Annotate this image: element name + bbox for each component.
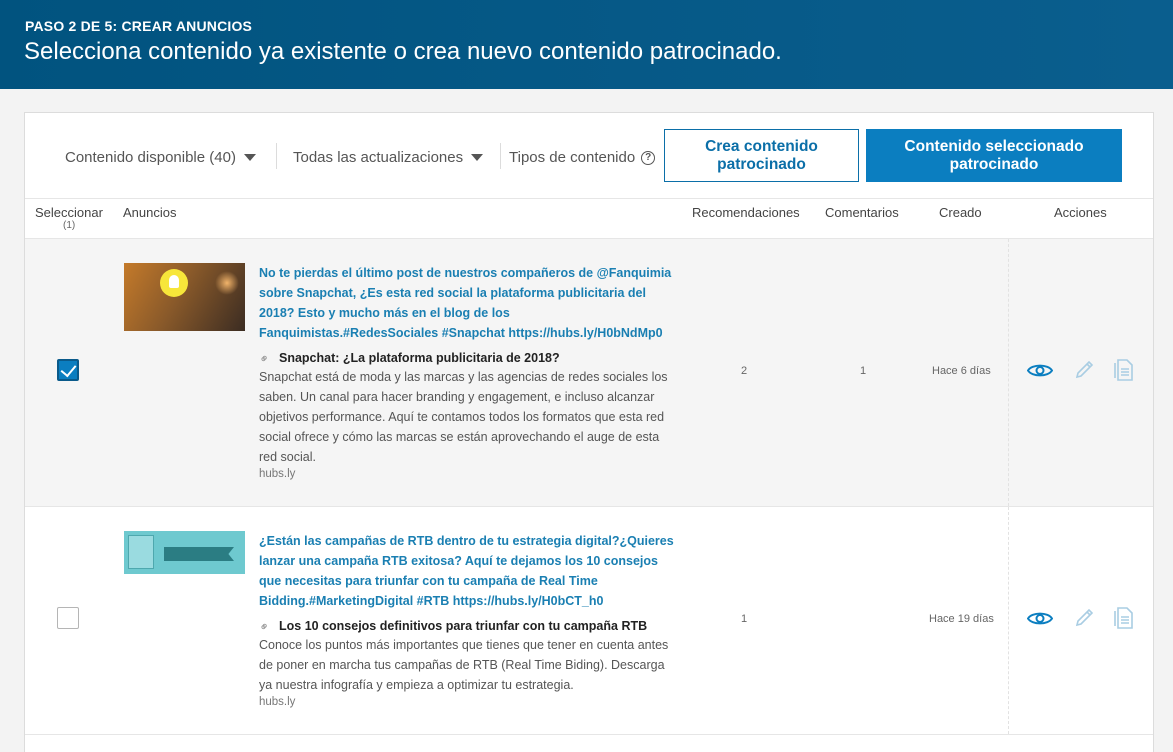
content-types-label: Tipos de contenido bbox=[509, 149, 636, 166]
link-icon: ⚭ bbox=[255, 618, 273, 636]
divider bbox=[276, 143, 277, 169]
link-icon: ⚭ bbox=[255, 350, 273, 368]
step-indicator: PASO 2 DE 5: CREAR ANUNCIOS bbox=[25, 18, 253, 34]
ad-post-text[interactable]: ¿Están las campañas de RTB dentro de tu … bbox=[259, 531, 679, 611]
ad-content: ¿Están las campañas de RTB dentro de tu … bbox=[255, 531, 679, 708]
ad-link-title: ⚭ Snapchat: ¿La plataforma publicitaria … bbox=[255, 350, 679, 368]
table-row: No te pierdas el último post de nuestros… bbox=[25, 239, 1153, 507]
selected-count: (1) bbox=[63, 220, 76, 231]
link-title-text: Snapchat: ¿La plataforma publicitaria de… bbox=[279, 351, 560, 365]
ad-link-domain: hubs.ly bbox=[259, 468, 296, 480]
document-copy-icon[interactable] bbox=[1112, 606, 1134, 630]
ad-link-title: ⚭ Los 10 consejos definitivos para triun… bbox=[255, 618, 679, 636]
table-header: Seleccionar (1) Anuncios Recomendaciones… bbox=[25, 199, 1153, 239]
ad-thumbnail-rtb bbox=[124, 531, 245, 574]
link-title-text: Los 10 consejos definitivos para triunfa… bbox=[279, 619, 648, 633]
actions-divider bbox=[1008, 507, 1009, 734]
snapchat-ghost-icon bbox=[160, 269, 188, 297]
column-header-select: Seleccionar bbox=[35, 205, 103, 220]
comments-count: 1 bbox=[860, 365, 867, 377]
ad-post-text[interactable]: No te pierdas el último post de nuestros… bbox=[259, 263, 679, 343]
page-title: Selecciona contenido ya existente o crea… bbox=[24, 38, 782, 65]
content-types-filter[interactable]: Tipos de contenido ? bbox=[509, 149, 656, 166]
available-content-dropdown[interactable]: Contenido disponible (40) bbox=[65, 149, 256, 166]
ad-link-description: Conoce los puntos más importantes que ti… bbox=[259, 638, 669, 692]
toolbar: Contenido disponible (40) Todas las actu… bbox=[25, 113, 1153, 199]
column-header-comments[interactable]: Comentarios bbox=[825, 205, 899, 220]
updates-dropdown[interactable]: Todas las actualizaciones bbox=[293, 149, 484, 166]
created-date: Hace 19 días bbox=[929, 613, 994, 625]
content-panel: Contenido disponible (40) Todas las actu… bbox=[24, 112, 1154, 752]
available-content-label: Contenido disponible (40) bbox=[65, 149, 236, 166]
ad-link-domain: hubs.ly bbox=[259, 696, 296, 708]
actions-divider bbox=[1008, 239, 1009, 506]
row-select-checkbox[interactable] bbox=[57, 359, 79, 381]
question-circle-icon[interactable]: ? bbox=[641, 150, 656, 165]
created-date: Hace 6 días bbox=[932, 365, 991, 377]
eye-icon[interactable] bbox=[1027, 362, 1053, 379]
row-select-checkbox[interactable] bbox=[57, 607, 79, 629]
divider bbox=[500, 143, 501, 169]
selected-button-label: Contenido seleccionado patrocinado bbox=[904, 137, 1084, 173]
pencil-icon[interactable] bbox=[1073, 607, 1095, 629]
column-header-ads: Anuncios bbox=[123, 205, 177, 220]
table-row: ¿Están las campañas de RTB dentro de tu … bbox=[25, 507, 1153, 735]
create-sponsored-content-button[interactable]: Crea contenido patrocinado bbox=[664, 129, 859, 182]
header-banner: PASO 2 DE 5: CREAR ANUNCIOS Selecciona c… bbox=[0, 0, 1173, 89]
updates-label: Todas las actualizaciones bbox=[293, 149, 464, 166]
chevron-down-icon bbox=[471, 154, 484, 161]
ad-thumbnail-snapchat bbox=[124, 263, 245, 331]
chevron-down-icon bbox=[243, 154, 256, 161]
document-copy-icon[interactable] bbox=[1112, 358, 1134, 382]
column-header-actions: Acciones bbox=[1054, 205, 1107, 220]
selected-sponsored-content-button[interactable]: Contenido seleccionado patrocinado bbox=[866, 129, 1122, 182]
ad-link-description: Snapchat está de moda y las marcas y las… bbox=[259, 370, 668, 464]
ad-content: No te pierdas el último post de nuestros… bbox=[255, 263, 679, 480]
recommendations-count: 1 bbox=[741, 613, 748, 625]
pencil-icon[interactable] bbox=[1073, 359, 1095, 381]
eye-icon[interactable] bbox=[1027, 610, 1053, 627]
column-header-recommendations[interactable]: Recomendaciones bbox=[692, 205, 800, 220]
column-header-created[interactable]: Creado bbox=[939, 205, 982, 220]
create-button-label: Crea contenido patrocinado bbox=[705, 137, 818, 173]
recommendations-count: 2 bbox=[741, 365, 748, 377]
